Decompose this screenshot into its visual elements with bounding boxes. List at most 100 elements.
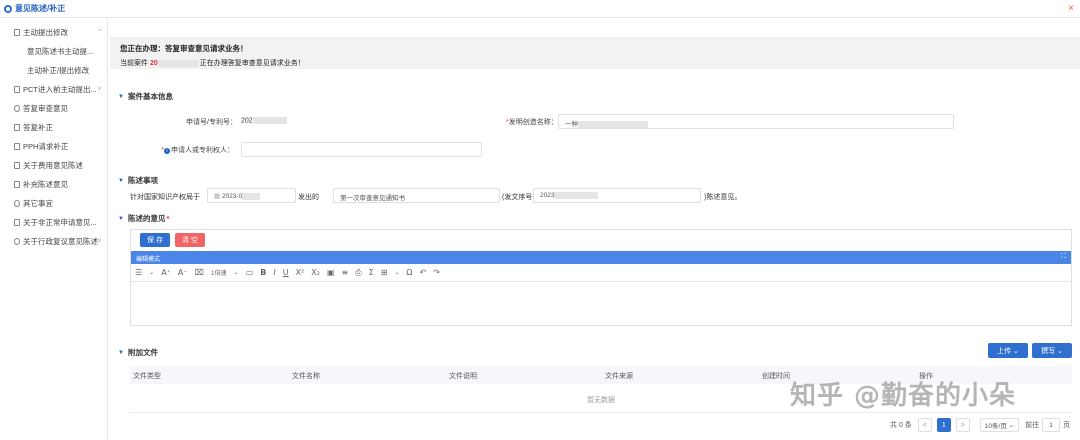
section-title: 陈述的意见 bbox=[127, 214, 166, 223]
window-title: 意见陈述/补正 bbox=[15, 4, 66, 13]
font-decrease-icon[interactable]: A⁻ bbox=[178, 268, 188, 277]
save-button[interactable]: 保 存 bbox=[140, 233, 170, 247]
sidebar-item-fee[interactable]: 关于费用意见陈述 bbox=[0, 156, 107, 175]
section-title: 案件基本信息 bbox=[127, 92, 173, 101]
print-icon[interactable]: ⎙ bbox=[355, 268, 361, 278]
upload-button[interactable]: 上传 ⌄ bbox=[988, 343, 1028, 358]
sidebar-subitem-active-correction[interactable]: 主动补正/提出修改 bbox=[0, 61, 107, 80]
next-page-button[interactable]: > bbox=[955, 418, 970, 432]
title-bar: 意见陈述/补正 × bbox=[0, 0, 1080, 18]
prev-page-button[interactable]: < bbox=[917, 418, 932, 432]
editor-content-area[interactable] bbox=[131, 283, 1071, 325]
section-title: 陈述事项 bbox=[127, 176, 158, 185]
sidebar-item-active-modify[interactable]: 主动提出修改 ^ bbox=[0, 23, 107, 42]
invention-name-field[interactable]: 一种 bbox=[558, 114, 954, 129]
undo-icon[interactable]: ↶ bbox=[420, 268, 427, 277]
col-file-name: 文件名称 bbox=[292, 373, 320, 380]
info-icon bbox=[14, 238, 20, 245]
edit-mode-bar: 编辑模式 ⛶ bbox=[131, 251, 1071, 264]
underline-icon[interactable]: U bbox=[283, 268, 289, 277]
section-basic-info: ▼ 案件基本信息 bbox=[118, 91, 173, 102]
font-increase-icon[interactable]: A⁺ bbox=[161, 268, 171, 277]
notice-detail: 当前案件 20 正在办理答复审查意见请求业务！ bbox=[120, 58, 1070, 68]
fullscreen-icon[interactable]: ⛶ bbox=[1061, 253, 1066, 261]
italic-icon[interactable]: I bbox=[273, 268, 275, 277]
line-height-select[interactable]: 1倍速 bbox=[211, 268, 227, 277]
table-icon[interactable]: ⊞ bbox=[381, 268, 388, 277]
redacted-block bbox=[157, 59, 198, 67]
redacted-block bbox=[554, 192, 599, 199]
sidebar-item-label: 答复补正 bbox=[23, 123, 53, 132]
superscript-icon[interactable]: X² bbox=[296, 268, 305, 277]
invention-label-text: 发明创造名称： bbox=[508, 119, 558, 126]
required-mark: * bbox=[166, 214, 170, 223]
watermark: 知乎 @勤奋的小朵 bbox=[790, 381, 1017, 411]
chevron-up-icon: ^ bbox=[98, 29, 101, 35]
applicant-label-text: 申请人或专利权人： bbox=[171, 147, 234, 154]
col-file-desc: 文件说明 bbox=[449, 373, 477, 380]
location-icon bbox=[4, 4, 12, 13]
format-paint-icon[interactable]: ⌧ bbox=[195, 268, 204, 277]
redacted-block bbox=[252, 117, 287, 124]
editor-toolbar: ☰ ⌄ A⁺ A⁻ ⌧ 1倍速 ⌄ ▭ B I U X² X₂ ▣ ≡ ⎙ Σ … bbox=[131, 264, 1071, 282]
sidebar-item-other[interactable]: 其它事宜 bbox=[0, 194, 107, 213]
sidebar-item-supplement[interactable]: 补充陈述意见 bbox=[0, 175, 107, 194]
info-icon: i bbox=[164, 148, 170, 154]
business-notice: 您正在办理：答复审查意见请求业务！ 当前案件 20 正在办理答复审查意见请求业务… bbox=[110, 37, 1080, 69]
notice-prefix: 当前案件 bbox=[120, 60, 148, 67]
caret-down-icon: ▼ bbox=[118, 177, 124, 184]
sidebar-item-label: 答复审查意见 bbox=[23, 104, 68, 113]
line-spacing-icon[interactable]: ☰ bbox=[135, 268, 142, 277]
issued-text: 发出的 bbox=[298, 194, 319, 201]
doc-no-text: 2023 bbox=[540, 192, 555, 200]
comment-icon[interactable]: ▭ bbox=[246, 268, 254, 277]
page-1-button[interactable]: 1 bbox=[936, 418, 951, 432]
issue-date-text: 2023-0 bbox=[221, 193, 243, 200]
sidebar-item-reply-correction[interactable]: 答复补正 bbox=[0, 118, 107, 137]
pin-icon bbox=[14, 200, 20, 207]
doc-no-label: (发文序号 bbox=[502, 194, 533, 201]
sidebar-item-reply-exam[interactable]: 答复审查意见 bbox=[0, 99, 107, 118]
sidebar-item-pph[interactable]: PPH请求补正 bbox=[0, 137, 107, 156]
clear-button[interactable]: 清 空 bbox=[175, 233, 205, 247]
chevron-down-icon: v bbox=[98, 86, 101, 92]
redo-icon[interactable]: ↷ bbox=[433, 268, 440, 277]
omega-icon[interactable]: Ω bbox=[406, 268, 412, 277]
notice-title: 您正在办理：答复审查意见请求业务！ bbox=[120, 44, 248, 53]
statement-prefix: 针对国家知识产权局于 bbox=[130, 194, 200, 201]
notice-type-field[interactable]: 第一次审查意见通知书 bbox=[333, 188, 500, 203]
sum-icon[interactable]: Σ bbox=[369, 268, 374, 277]
sidebar-item-label: 关于行政复议意见陈述 bbox=[23, 237, 98, 246]
page-size-select[interactable]: 10条/页 ⌄ bbox=[979, 418, 1020, 432]
align-icon[interactable]: ≡ bbox=[342, 268, 349, 277]
doc-no-field[interactable]: 2023 bbox=[533, 188, 701, 203]
sidebar-item-label: PCT进入前主动提出... bbox=[23, 85, 97, 94]
sidebar-item-pct[interactable]: PCT进入前主动提出... v bbox=[0, 80, 107, 99]
app-no-text: 202 bbox=[241, 117, 253, 125]
document-icon bbox=[14, 162, 20, 169]
close-icon[interactable]: × bbox=[1068, 3, 1074, 14]
opinion-editor: 保 存 清 空 编辑模式 ⛶ ☰ ⌄ A⁺ A⁻ ⌧ 1倍速 ⌄ ▭ B I U… bbox=[130, 229, 1072, 326]
applicant-label: * i 申请人或专利权人： bbox=[152, 145, 234, 155]
write-button[interactable]: 撰写 ⌄ bbox=[1032, 343, 1072, 358]
bold-icon[interactable]: B bbox=[260, 268, 266, 277]
chevron-down-icon[interactable]: ⌄ bbox=[234, 269, 239, 276]
document-icon bbox=[14, 181, 20, 188]
subscript-icon[interactable]: X₂ bbox=[311, 268, 320, 277]
chevron-down-icon[interactable]: ⌄ bbox=[394, 269, 399, 276]
circle-icon bbox=[14, 105, 20, 112]
chevron-down-icon: ⌄ bbox=[1057, 347, 1063, 355]
total-count: 共 0 条 bbox=[890, 422, 912, 429]
applicant-field[interactable] bbox=[241, 142, 482, 157]
sidebar-subitem-statement-modify[interactable]: 意见陈述书主动提... bbox=[0, 42, 107, 61]
goto-page-input[interactable]: 1 bbox=[1042, 418, 1061, 432]
chevron-down-icon: v bbox=[98, 238, 101, 244]
sidebar-item-abnormal[interactable]: 关于非正常申请意见... bbox=[0, 213, 107, 232]
issue-date-picker[interactable]: ▦ 2023-0 bbox=[207, 188, 296, 203]
sidebar-item-label: PPH请求补正 bbox=[23, 142, 69, 151]
chevron-down-icon[interactable]: ⌄ bbox=[149, 269, 154, 276]
app-no-label: 申请号/专利号： bbox=[186, 119, 237, 126]
section-title: 附加文件 bbox=[127, 348, 158, 357]
image-icon[interactable]: ▣ bbox=[327, 268, 335, 277]
sidebar-item-admin-review[interactable]: 关于行政复议意见陈述 v bbox=[0, 232, 107, 251]
